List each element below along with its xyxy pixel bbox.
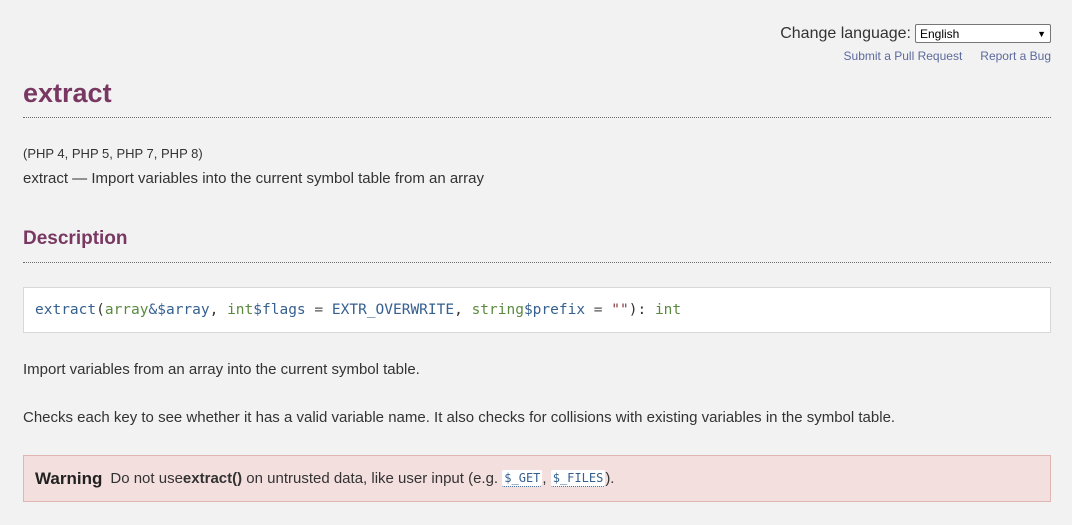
synopsis-separator: , [209, 302, 228, 318]
page: Change language: English ▼ Submit a Pull… [0, 0, 1072, 525]
top-bar: Change language: English ▼ Submit a Pull… [780, 24, 1051, 63]
chevron-down-icon: ▼ [1037, 28, 1046, 39]
synopsis-type-array: array [104, 302, 149, 318]
warning-text-middle: on untrusted data, like user input (e.g. [242, 470, 503, 487]
synopsis-equals: = [585, 302, 612, 318]
description-paragraph-1: Import variables from an array into the … [23, 361, 420, 378]
language-row: Change language: English ▼ [780, 24, 1051, 43]
language-selected-value: English [920, 26, 960, 41]
synopsis-param-flags: $flags [253, 302, 306, 318]
php-versions: (PHP 4, PHP 5, PHP 7, PHP 8) [23, 146, 203, 161]
ref-purpose: extract — Import variables into the curr… [23, 170, 485, 187]
var-files-link[interactable]: $_FILES [550, 470, 606, 487]
warning-function-link[interactable]: extract() [183, 470, 242, 487]
synopsis-type-string: string [471, 302, 524, 318]
var-get-link[interactable]: $_GET [502, 470, 543, 487]
synopsis-param-prefix: $prefix [523, 302, 586, 318]
language-select[interactable]: English ▼ [915, 24, 1051, 43]
synopsis-open-paren: ( [96, 302, 105, 318]
synopsis-equals: = [305, 302, 332, 318]
warning-box: Warning Do not use extract() on untruste… [23, 455, 1051, 502]
warning-comma: , [542, 470, 551, 487]
change-language-label: Change language: [780, 24, 911, 42]
description-paragraph-2: Checks each key to see whether it has a … [23, 409, 896, 426]
submit-pull-request-link[interactable]: Submit a Pull Request [844, 49, 963, 63]
warning-label: Warning [35, 468, 103, 488]
synopsis-close-paren: ): [628, 302, 655, 318]
synopsis-function-name: extract [35, 302, 97, 318]
description-divider [23, 262, 1051, 263]
method-synopsis: extract(array &$array, int $flags = EXTR… [23, 287, 1051, 333]
synopsis-param-array: &$array [148, 302, 210, 318]
synopsis-return-type: int [654, 302, 682, 318]
description-heading: Description [23, 228, 128, 249]
edit-links: Submit a Pull Request Report a Bug [780, 49, 1051, 63]
page-title: extract [23, 78, 112, 108]
synopsis-default-flags: EXTR_OVERWRITE [331, 302, 455, 318]
synopsis-type-int: int [227, 302, 254, 318]
synopsis-default-prefix: "" [611, 302, 629, 318]
title-divider [23, 117, 1051, 118]
warning-text-before: Do not use [110, 470, 183, 487]
report-bug-link[interactable]: Report a Bug [980, 49, 1051, 63]
warning-text-end: ). [605, 470, 615, 487]
synopsis-separator: , [454, 302, 472, 318]
